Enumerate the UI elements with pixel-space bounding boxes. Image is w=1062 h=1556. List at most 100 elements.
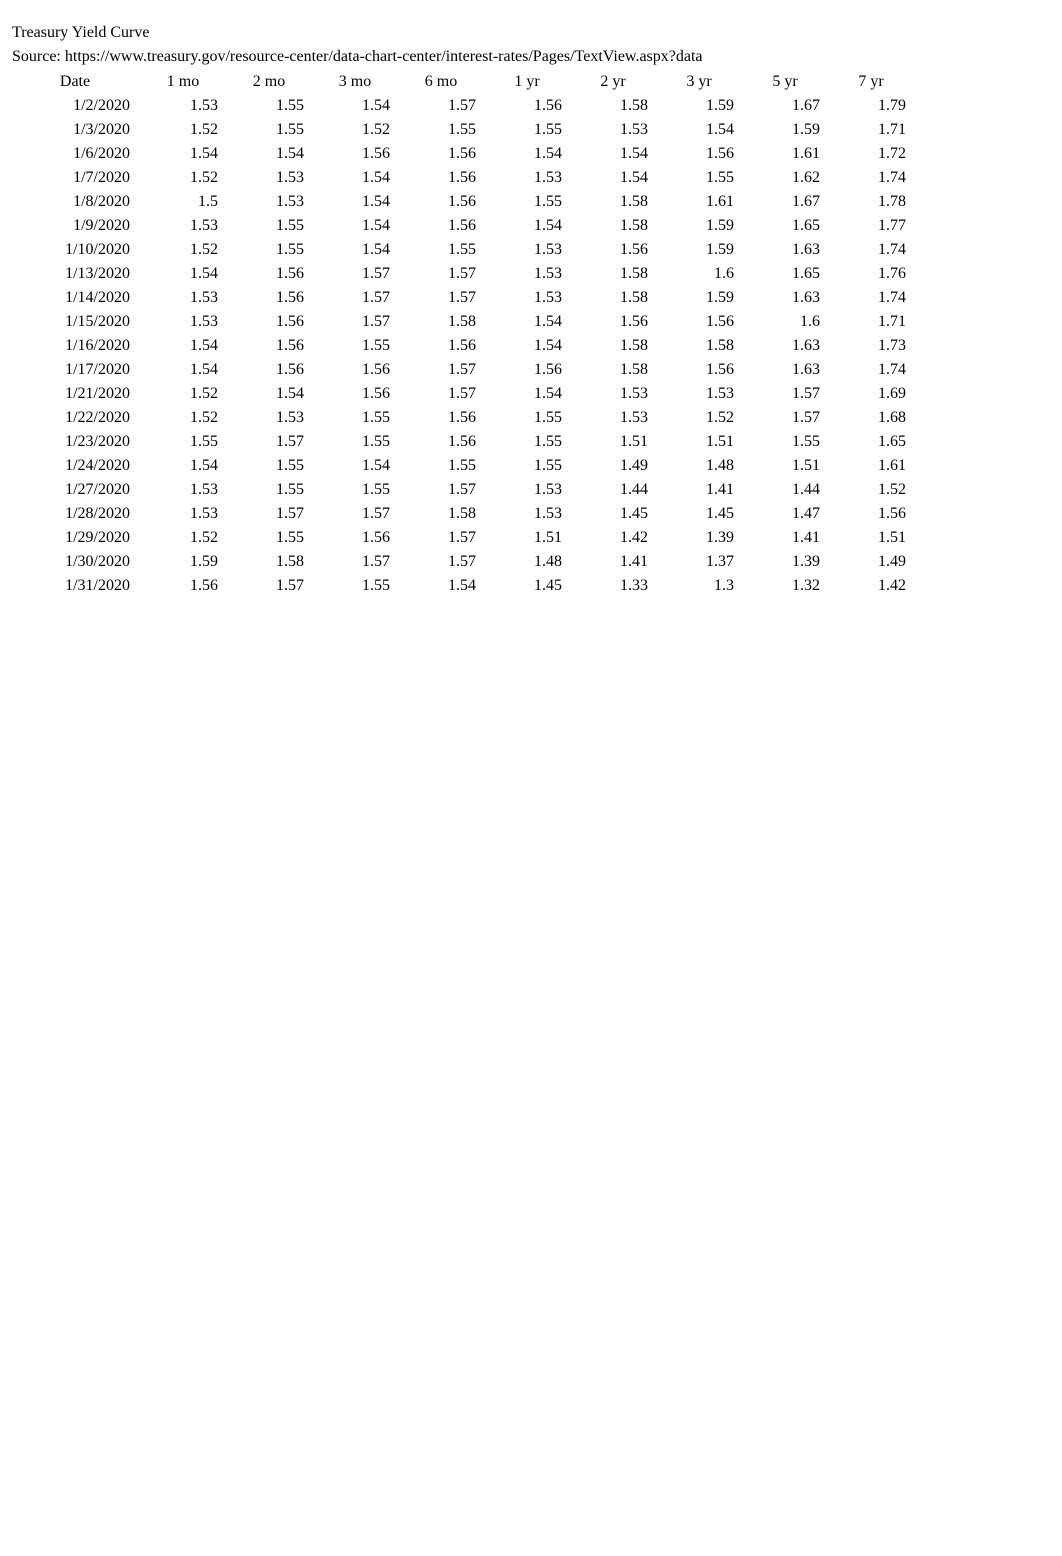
value-cell: 1.56 <box>398 214 484 238</box>
value-cell: 1.55 <box>312 334 398 358</box>
value-cell: 1.55 <box>226 118 312 142</box>
value-cell: 1.56 <box>226 310 312 334</box>
value-cell: 1.55 <box>398 118 484 142</box>
value-cell: 1.71 <box>828 118 914 142</box>
value-cell: 1.79 <box>828 94 914 118</box>
value-cell: 1.53 <box>140 286 226 310</box>
date-cell: 1/21/2020 <box>10 382 140 406</box>
value-cell: 1.6 <box>742 310 828 334</box>
value-cell: 1.57 <box>742 406 828 430</box>
value-cell: 1.55 <box>226 94 312 118</box>
value-cell: 1.63 <box>742 238 828 262</box>
value-cell: 1.56 <box>656 310 742 334</box>
value-cell: 1.74 <box>828 286 914 310</box>
value-cell: 1.58 <box>570 286 656 310</box>
value-cell: 1.55 <box>742 430 828 454</box>
value-cell: 1.67 <box>742 94 828 118</box>
value-cell: 1.49 <box>570 454 656 478</box>
table-row: 1/31/20201.561.571.551.541.451.331.31.32… <box>10 574 914 598</box>
value-cell: 1.74 <box>828 238 914 262</box>
table-row: 1/16/20201.541.561.551.561.541.581.581.6… <box>10 334 914 358</box>
value-cell: 1.57 <box>226 430 312 454</box>
value-cell: 1.59 <box>656 286 742 310</box>
value-cell: 1.56 <box>484 94 570 118</box>
value-cell: 1.45 <box>656 502 742 526</box>
value-cell: 1.56 <box>312 382 398 406</box>
value-cell: 1.53 <box>570 382 656 406</box>
value-cell: 1.54 <box>484 214 570 238</box>
value-cell: 1.54 <box>140 358 226 382</box>
date-cell: 1/29/2020 <box>10 526 140 550</box>
col-header-1mo: 1 mo <box>140 70 226 94</box>
value-cell: 1.39 <box>742 550 828 574</box>
value-cell: 1.58 <box>398 310 484 334</box>
value-cell: 1.41 <box>742 526 828 550</box>
col-header-3mo: 3 mo <box>312 70 398 94</box>
value-cell: 1.54 <box>312 190 398 214</box>
value-cell: 1.65 <box>828 430 914 454</box>
value-cell: 1.65 <box>742 214 828 238</box>
value-cell: 1.55 <box>312 478 398 502</box>
value-cell: 1.74 <box>828 166 914 190</box>
table-row: 1/7/20201.521.531.541.561.531.541.551.62… <box>10 166 914 190</box>
value-cell: 1.53 <box>140 94 226 118</box>
value-cell: 1.54 <box>570 142 656 166</box>
col-header-6mo: 6 mo <box>398 70 484 94</box>
value-cell: 1.53 <box>140 478 226 502</box>
value-cell: 1.78 <box>828 190 914 214</box>
table-row: 1/30/20201.591.581.571.571.481.411.371.3… <box>10 550 914 574</box>
value-cell: 1.55 <box>484 118 570 142</box>
value-cell: 1.48 <box>656 454 742 478</box>
value-cell: 1.52 <box>828 478 914 502</box>
value-cell: 1.42 <box>570 526 656 550</box>
value-cell: 1.53 <box>484 166 570 190</box>
value-cell: 1.73 <box>828 334 914 358</box>
table-row: 1/9/20201.531.551.541.561.541.581.591.65… <box>10 214 914 238</box>
table-row: 1/28/20201.531.571.571.581.531.451.451.4… <box>10 502 914 526</box>
value-cell: 1.55 <box>484 430 570 454</box>
value-cell: 1.52 <box>140 382 226 406</box>
value-cell: 1.54 <box>398 574 484 598</box>
value-cell: 1.57 <box>312 286 398 310</box>
value-cell: 1.56 <box>570 310 656 334</box>
date-cell: 1/17/2020 <box>10 358 140 382</box>
value-cell: 1.57 <box>398 94 484 118</box>
value-cell: 1.61 <box>828 454 914 478</box>
value-cell: 1.58 <box>570 190 656 214</box>
value-cell: 1.42 <box>828 574 914 598</box>
table-row: 1/21/20201.521.541.561.571.541.531.531.5… <box>10 382 914 406</box>
table-row: 1/15/20201.531.561.571.581.541.561.561.6… <box>10 310 914 334</box>
value-cell: 1.56 <box>570 238 656 262</box>
value-cell: 1.56 <box>484 358 570 382</box>
value-cell: 1.53 <box>140 502 226 526</box>
value-cell: 1.41 <box>570 550 656 574</box>
value-cell: 1.71 <box>828 310 914 334</box>
value-cell: 1.59 <box>140 550 226 574</box>
value-cell: 1.54 <box>484 310 570 334</box>
value-cell: 1.74 <box>828 358 914 382</box>
value-cell: 1.57 <box>398 262 484 286</box>
value-cell: 1.54 <box>140 262 226 286</box>
value-cell: 1.53 <box>484 262 570 286</box>
date-cell: 1/2/2020 <box>10 94 140 118</box>
table-row: 1/3/20201.521.551.521.551.551.531.541.59… <box>10 118 914 142</box>
value-cell: 1.56 <box>828 502 914 526</box>
value-cell: 1.52 <box>140 406 226 430</box>
date-cell: 1/31/2020 <box>10 574 140 598</box>
table-row: 1/13/20201.541.561.571.571.531.581.61.65… <box>10 262 914 286</box>
value-cell: 1.56 <box>656 142 742 166</box>
value-cell: 1.57 <box>312 502 398 526</box>
value-cell: 1.63 <box>742 358 828 382</box>
value-cell: 1.53 <box>484 286 570 310</box>
value-cell: 1.45 <box>484 574 570 598</box>
value-cell: 1.57 <box>226 502 312 526</box>
value-cell: 1.56 <box>226 358 312 382</box>
table-row: 1/29/20201.521.551.561.571.511.421.391.4… <box>10 526 914 550</box>
value-cell: 1.62 <box>742 166 828 190</box>
date-cell: 1/6/2020 <box>10 142 140 166</box>
value-cell: 1.54 <box>312 214 398 238</box>
col-header-2mo: 2 mo <box>226 70 312 94</box>
value-cell: 1.55 <box>226 454 312 478</box>
value-cell: 1.58 <box>398 502 484 526</box>
value-cell: 1.54 <box>312 94 398 118</box>
